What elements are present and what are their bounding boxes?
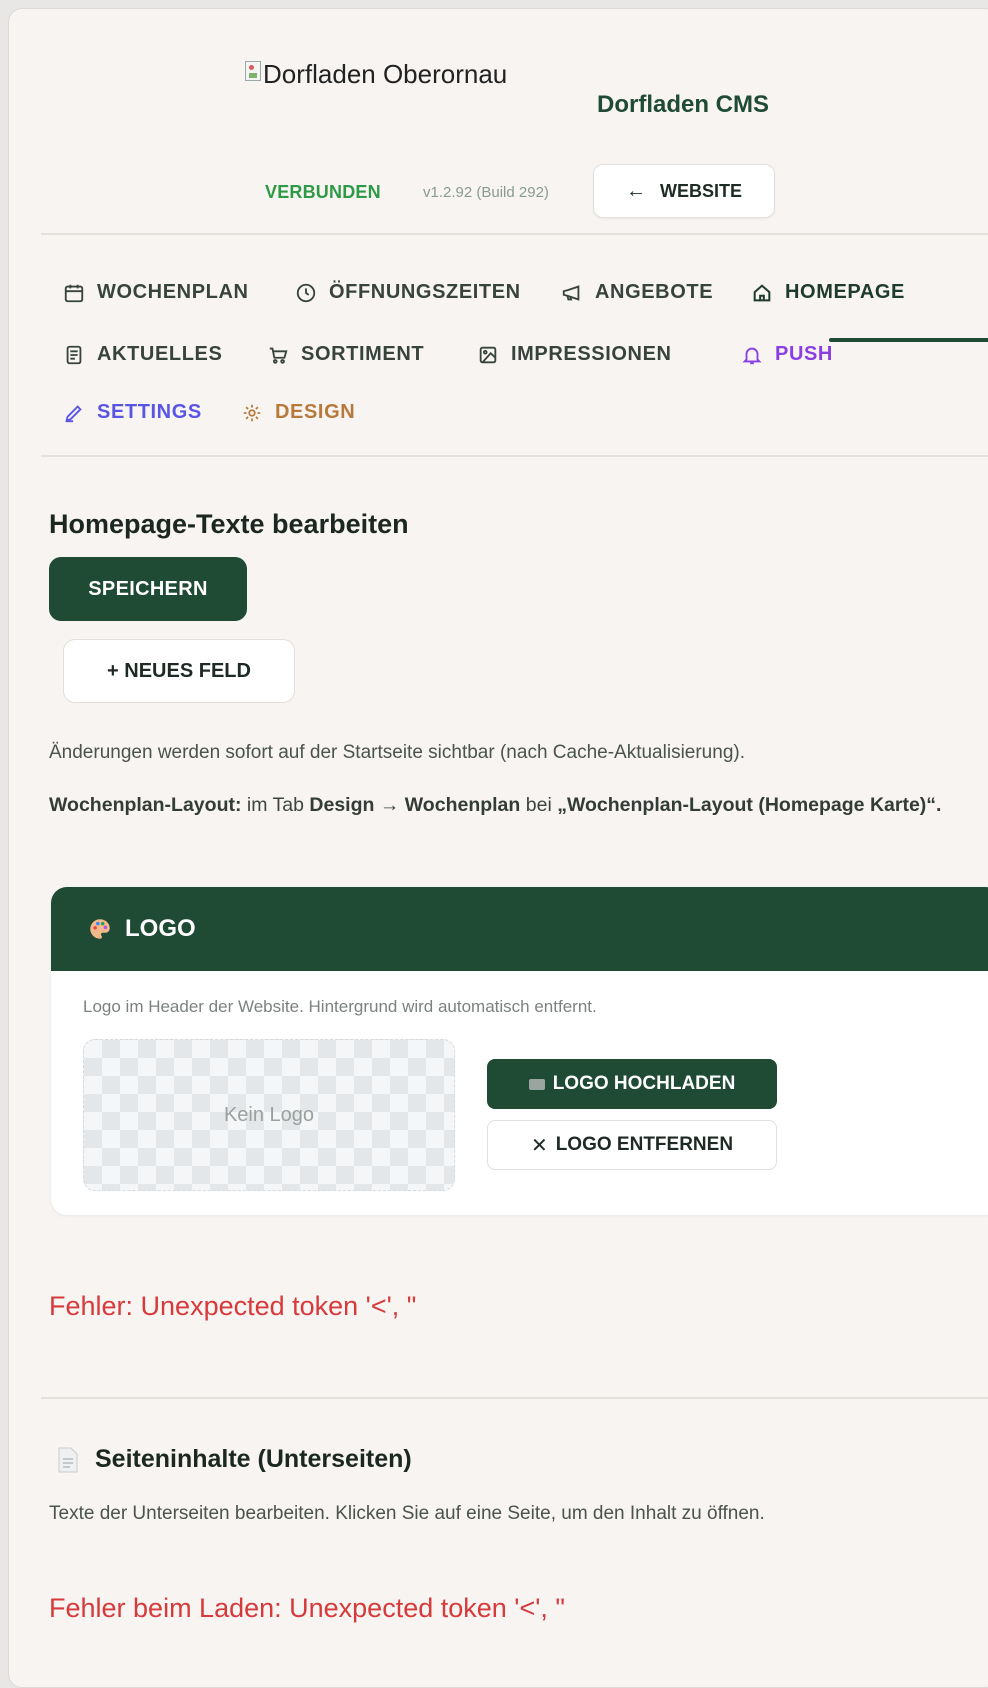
tab-sortiment[interactable]: SORTIMENT — [267, 343, 424, 366]
homepage-error-message: Fehler: Unexpected token '<', " — [49, 1291, 417, 1321]
bell-icon — [742, 347, 762, 364]
logo-alt-text: Dorfladen Oberornau — [263, 59, 508, 89]
subpages-heading: Seiteninhalte (Unterseiten) — [57, 1445, 412, 1474]
layout-hint-label: Wochenplan-Layout: — [49, 794, 242, 816]
website-button[interactable]: ← WEBSITE — [593, 164, 775, 218]
arrow-left-icon: ← — [625, 179, 646, 202]
home-icon — [753, 283, 771, 301]
tab-label: HOMEPAGE — [785, 281, 905, 303]
tab-design[interactable]: DESIGN — [241, 401, 355, 424]
website-button-label: WEBSITE — [659, 180, 742, 201]
broken-image-icon — [245, 61, 261, 81]
logo-preview[interactable]: Kein Logo — [83, 1039, 455, 1191]
tab-label: ANGEBOTE — [595, 281, 714, 303]
page-title: Homepage-Texte bearbeiten — [49, 509, 409, 539]
logo-card: LOGO Logo im Header der Website. Hinterg… — [51, 887, 988, 1215]
gear-icon — [243, 404, 261, 421]
cms-title: Dorfladen CMS — [597, 91, 770, 118]
layout-hint-text1: im Tab — [246, 794, 304, 816]
tab-label: WOCHENPLAN — [97, 281, 249, 303]
logo-remove-label: LOGO ENTFERNEN — [555, 1134, 734, 1155]
newspaper-icon — [66, 345, 82, 364]
megaphone-icon — [562, 284, 580, 301]
subpages-title: Seiteninhalte (Unterseiten) — [95, 1445, 412, 1473]
logo-remove-button[interactable]: ✕ LOGO ENTFERNEN — [487, 1120, 777, 1170]
tab-label: SETTINGS — [97, 401, 202, 423]
tab-label: PUSH — [775, 343, 833, 365]
tabs-divider — [41, 455, 988, 457]
document-icon — [58, 1447, 78, 1472]
layout-hint: Wochenplan-Layout: im Tab Design → Woche… — [49, 789, 949, 822]
logo-card-title: LOGO — [125, 915, 196, 942]
cart-icon — [269, 347, 288, 364]
tab-aktuelles[interactable]: AKTUELLES — [63, 343, 222, 366]
save-button[interactable]: SPEICHERN — [49, 557, 247, 621]
add-field-button[interactable]: + NEUES FELD — [63, 639, 295, 703]
info-text: Änderungen werden sofort auf der Startse… — [49, 742, 745, 763]
section-divider — [41, 1397, 988, 1399]
palette-icon — [90, 919, 110, 939]
layout-hint-path: Design → Wochenplan — [309, 794, 521, 816]
tab-oeffnungszeiten[interactable]: ÖFFNUNGSZEITEN — [295, 281, 521, 304]
header-divider — [41, 233, 988, 235]
layout-hint-text2: bei — [525, 794, 552, 816]
tab-homepage[interactable]: HOMEPAGE — [751, 281, 905, 304]
cms-panel: Dorfladen Oberornau Dorfladen CMS VERBUN… — [8, 8, 988, 1688]
calendar-icon — [64, 284, 84, 302]
logo-card-header: LOGO — [51, 887, 988, 971]
camera-icon — [528, 1078, 545, 1090]
tab-angebote[interactable]: ANGEBOTE — [561, 281, 713, 304]
site-logo[interactable]: Dorfladen Oberornau — [245, 59, 507, 90]
tab-label: DESIGN — [275, 401, 356, 423]
close-icon: ✕ — [530, 1134, 548, 1157]
logo-placeholder: Kein Logo — [223, 1103, 315, 1126]
tab-settings[interactable]: SETTINGS — [63, 401, 202, 424]
logo-upload-button[interactable]: LOGO HOCHLADEN — [487, 1059, 777, 1109]
logo-upload-label: LOGO HOCHLADEN — [552, 1073, 736, 1094]
tab-label: AKTUELLES — [97, 343, 223, 365]
version-label: v1.2.92 (Build 292) — [423, 184, 549, 201]
connection-status: VERBUNDEN — [265, 182, 381, 202]
tab-label: IMPRESSIONEN — [511, 343, 672, 365]
pencil-icon — [65, 404, 82, 422]
logo-description: Logo im Header der Website. Hintergrund … — [83, 997, 597, 1016]
subpages-error-message: Fehler beim Laden: Unexpected token '<',… — [49, 1593, 565, 1623]
clock-icon — [296, 283, 316, 302]
active-tab-indicator — [829, 338, 988, 342]
tab-push[interactable]: PUSH — [741, 343, 833, 366]
image-icon — [479, 346, 497, 363]
layout-hint-quote: „Wochenplan-Layout (Homepage Karte)“. — [557, 794, 942, 816]
tab-wochenplan[interactable]: WOCHENPLAN — [63, 281, 249, 304]
subpages-description: Texte der Unterseiten bearbeiten. Klicke… — [49, 1503, 765, 1524]
tab-label: ÖFFNUNGSZEITEN — [329, 281, 521, 303]
tab-impressionen[interactable]: IMPRESSIONEN — [477, 343, 672, 366]
tab-label: SORTIMENT — [301, 343, 425, 365]
